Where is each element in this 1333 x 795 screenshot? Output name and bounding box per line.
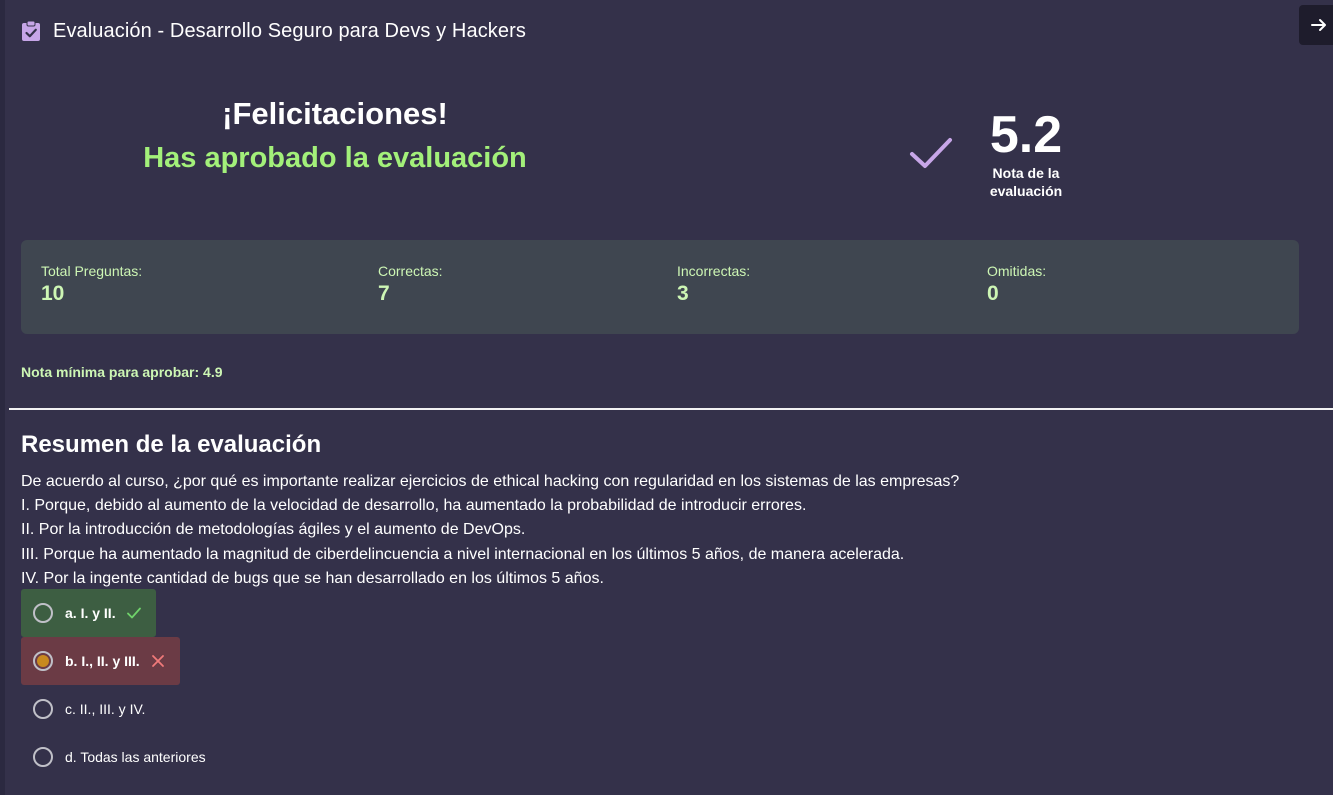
- radio-button-selected[interactable]: [33, 651, 53, 671]
- passed-status: Has aprobado la evaluación: [143, 142, 527, 174]
- congrats-heading: ¡Felicitaciones!: [222, 96, 448, 131]
- grade-value: 5.2: [989, 106, 1063, 164]
- answer-option-c[interactable]: c. II., III. y IV.: [21, 685, 159, 733]
- option-label: a. I. y II.: [65, 605, 116, 621]
- radio-button[interactable]: [33, 699, 53, 719]
- stat-label: Total Preguntas:: [41, 263, 143, 279]
- question-line: II. Por la introducción de metodologías …: [21, 521, 526, 539]
- option-label: c. II., III. y IV.: [65, 701, 146, 717]
- left-edge: [0, 0, 5, 795]
- option-label: b. I., II. y III.: [65, 653, 140, 669]
- stat-value: 3: [677, 282, 689, 305]
- stat-label: Incorrectas:: [677, 263, 751, 279]
- clipboard-check-icon: [22, 20, 40, 41]
- option-label: d. Todas las anteriores: [65, 749, 206, 765]
- check-icon: [126, 607, 141, 619]
- stat-value: 0: [987, 282, 999, 305]
- grade-label-line-1: Nota de la: [992, 165, 1060, 181]
- question-line: I. Porque, debido al aumento de la veloc…: [21, 497, 807, 515]
- question-line: De acuerdo al curso, ¿por qué es importa…: [21, 473, 960, 490]
- question-line: IV. Por la ingente cantidad de bugs que …: [21, 569, 604, 587]
- stats-panel: Total Preguntas: 10 Correctas: 7 Incorre…: [21, 240, 1299, 334]
- radio-dot: [37, 655, 49, 667]
- checkmark-icon: [910, 138, 952, 168]
- stat-label: Omitidas:: [987, 263, 1047, 279]
- stat-value: 7: [378, 282, 390, 305]
- exit-button[interactable]: [1299, 5, 1333, 45]
- radio-button[interactable]: [33, 603, 53, 623]
- grade-box: 5.2 Nota de la evaluación: [975, 106, 1077, 200]
- question-text: De acuerdo al curso, ¿por qué es importa…: [21, 470, 1311, 591]
- stat-correct: Correctas: 7: [378, 263, 443, 306]
- page-title: Evaluación - Desarrollo Seguro para Devs…: [53, 19, 526, 42]
- result-message: ¡Felicitaciones! Has aprobado la evaluac…: [80, 96, 590, 175]
- min-grade-note: Nota mínima para aprobar: 4.9: [21, 364, 223, 380]
- arrow-right-icon: [1311, 19, 1326, 31]
- header: Evaluación - Desarrollo Seguro para Devs…: [21, 18, 526, 44]
- stat-label: Correctas:: [378, 263, 443, 279]
- stat-omitted: Omitidas: 0: [987, 263, 1046, 306]
- stat-incorrect: Incorrectas: 3: [677, 263, 750, 306]
- stat-value: 10: [41, 282, 65, 305]
- answer-option-b[interactable]: b. I., II. y III.: [21, 637, 180, 685]
- answer-option-a[interactable]: a. I. y II.: [21, 589, 156, 637]
- grade-label-line-2: evaluación: [989, 183, 1063, 199]
- summary-title: Resumen de la evaluación: [21, 431, 322, 458]
- answer-option-d[interactable]: d. Todas las anteriores: [21, 733, 220, 781]
- stat-total: Total Preguntas: 10: [41, 263, 142, 306]
- x-icon: [151, 655, 164, 667]
- question-line: III. Porque ha aumentado la magnitud de …: [21, 545, 905, 563]
- radio-button[interactable]: [33, 747, 53, 767]
- divider: [9, 408, 1333, 410]
